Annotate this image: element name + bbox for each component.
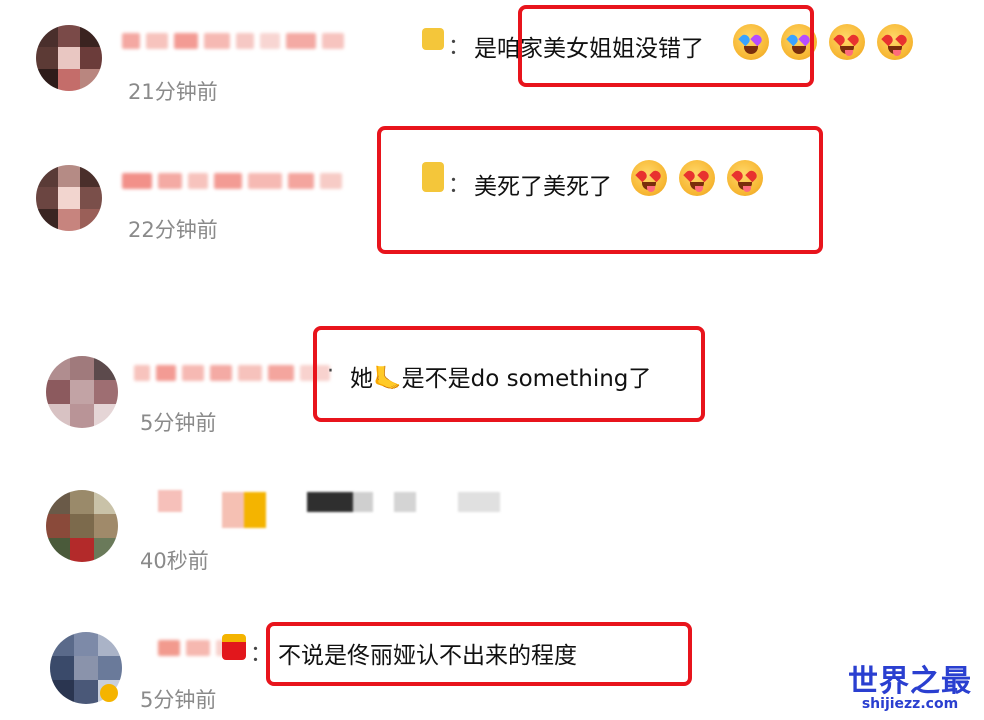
text-blurred	[458, 492, 500, 512]
avatar[interactable]	[46, 490, 118, 562]
avatar[interactable]	[36, 25, 102, 91]
highlight-box	[518, 5, 814, 87]
comment-time: 22分钟前	[128, 218, 218, 242]
heart-eyes-emoji-icon	[829, 24, 865, 60]
heart-eyes-emoji-icon	[877, 24, 913, 60]
comment-time: 5分钟前	[140, 688, 217, 712]
comment-time: 5分钟前	[140, 411, 217, 435]
watermark: 世界之最 shijiezz.com	[848, 656, 972, 712]
comment-time: 40秒前	[140, 549, 209, 573]
separator-colon: ：	[448, 35, 471, 60]
username-blurred[interactable]	[158, 490, 182, 512]
username-blurred[interactable]	[134, 362, 330, 384]
avatar[interactable]	[36, 165, 102, 231]
text-blurred	[307, 492, 373, 512]
verified-badge-icon	[100, 684, 118, 702]
highlight-box	[313, 326, 705, 422]
watermark-url: shijiezz.com	[861, 696, 959, 712]
emoji-blurred-icon	[222, 492, 266, 528]
highlight-box	[377, 126, 823, 254]
highlight-box	[266, 622, 692, 686]
vip-badge-icon	[422, 28, 444, 50]
username-blurred[interactable]	[122, 170, 342, 192]
text-blurred	[394, 492, 416, 512]
username-blurred[interactable]	[122, 30, 344, 52]
watermark-title: 世界之最	[848, 664, 972, 699]
avatar[interactable]	[46, 356, 118, 428]
gift-badge-icon	[222, 634, 246, 660]
comment-time: 21分钟前	[128, 80, 218, 104]
